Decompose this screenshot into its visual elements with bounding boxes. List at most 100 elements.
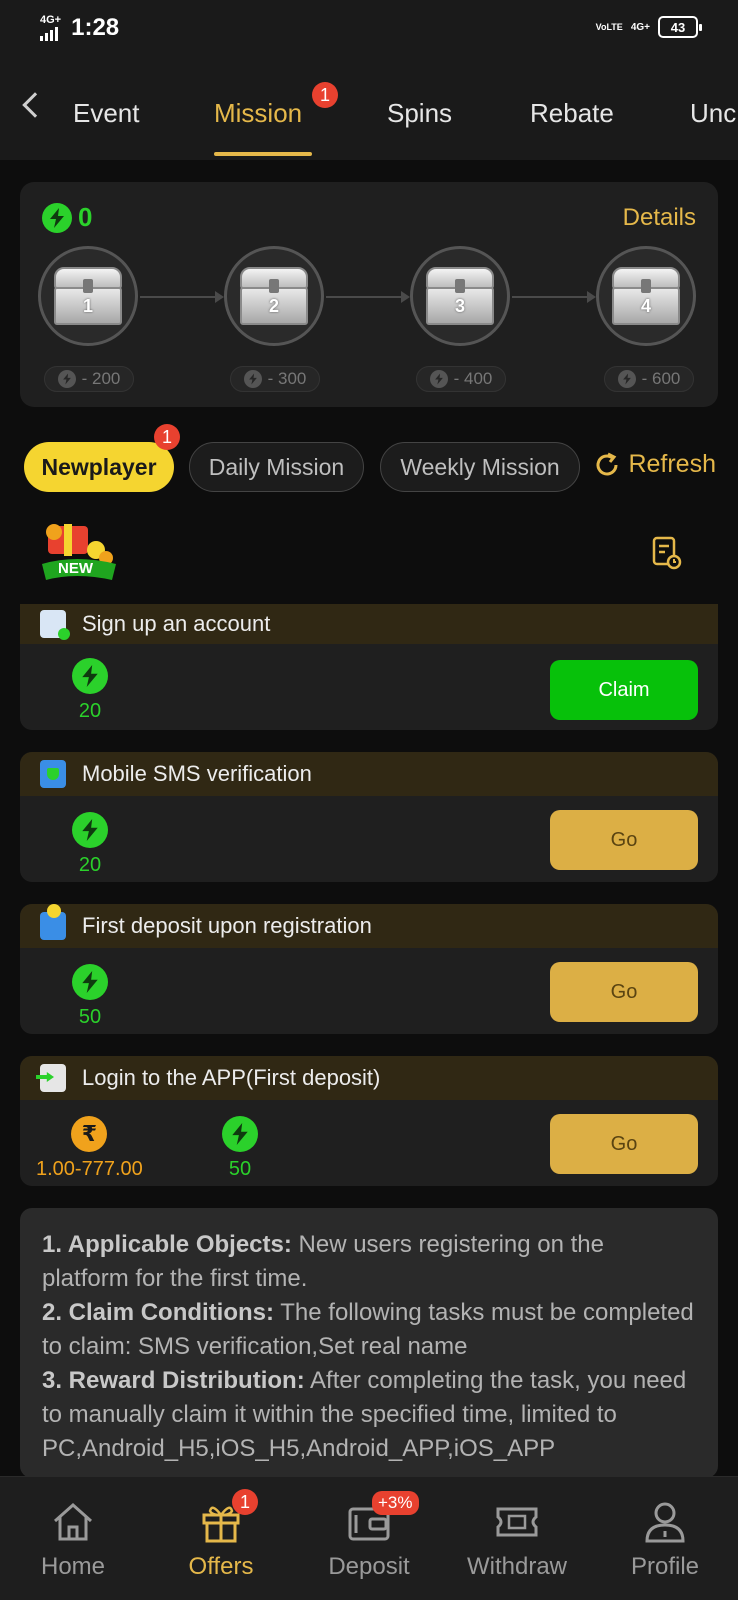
account-icon [40, 610, 70, 640]
treasure-chest-icon: 1 [54, 267, 122, 325]
tab-mission[interactable]: Mission [214, 98, 302, 129]
chest-connector-arrow [140, 291, 224, 303]
energy-bolt-icon [222, 1116, 258, 1152]
tab-spins[interactable]: Spins [387, 98, 452, 129]
treasure-chest-icon: 3 [426, 267, 494, 325]
volte-icon: VoLTE [595, 22, 623, 32]
nav-home[interactable]: Home [8, 1499, 138, 1581]
tab-rebate[interactable]: Rebate [530, 98, 614, 129]
nav-profile[interactable]: Profile [600, 1499, 730, 1581]
treasure-chest-icon: 2 [240, 267, 308, 325]
mission-category-tabs: Newplayer 1 Daily Mission Weekly Mission… [0, 424, 738, 492]
new-label: NEW [58, 560, 93, 577]
task-header: Sign up an account [20, 604, 718, 644]
chest-cost-value: - 300 [267, 369, 307, 388]
nav-label: Offers [188, 1553, 254, 1580]
refresh-label: Refresh [628, 450, 716, 478]
nav-deposit[interactable]: Deposit +3% [304, 1491, 434, 1581]
energy-bolt-icon [57, 370, 76, 388]
chest-connector-arrow [512, 291, 596, 303]
history-log-icon[interactable] [652, 536, 682, 570]
profile-icon [645, 1502, 685, 1543]
energy-bolt-icon [243, 370, 262, 388]
task-card: Mobile SMS verification 20 Go [20, 752, 718, 882]
login-app-icon [36, 1064, 66, 1092]
task-header: Mobile SMS verification [20, 752, 718, 796]
task-header: Login to the APP(First deposit) [20, 1056, 718, 1100]
task-header: First deposit upon registration [20, 904, 718, 948]
chest-3[interactable]: 3 [410, 246, 510, 346]
rule-item: 2. Claim Conditions: The following tasks… [42, 1296, 696, 1364]
bottom-nav: Home Offers 1 Deposit +3% Withdraw Profi… [0, 1476, 738, 1600]
chest-cost: - 400 [416, 366, 506, 392]
energy-bolt-icon [72, 964, 108, 1000]
treasure-chest-icon: 4 [612, 267, 680, 325]
nav-offers[interactable]: Offers 1 [156, 1489, 286, 1581]
go-button[interactable]: Go [550, 962, 698, 1022]
status-right: VoLTE 4G+ 43 [595, 16, 702, 38]
energy-count: 0 [78, 202, 93, 232]
top-tab-bar: Event Mission 1 Spins Rebate Unc [0, 60, 738, 160]
back-arrow-icon[interactable] [22, 92, 48, 118]
energy-bolt-icon [429, 370, 448, 388]
newplayer-badge: 1 [154, 424, 180, 450]
task-title: Mobile SMS verification [82, 761, 312, 786]
reward-value: 50 [228, 1158, 252, 1180]
chest-cost: - 600 [604, 366, 694, 392]
energy-balance: 0 [42, 202, 92, 233]
home-icon [54, 1502, 92, 1541]
task-reward: 50 [72, 964, 108, 1029]
rule-item: 3. Reward Distribution: After completing… [42, 1364, 696, 1466]
rule-heading: 3. Reward Distribution: [42, 1367, 305, 1394]
network-type: 4G+ [40, 14, 62, 26]
deposit-bonus-badge: +3% [372, 1491, 419, 1515]
tab-event[interactable]: Event [73, 98, 140, 129]
chest-4[interactable]: 4 [596, 246, 696, 346]
chest-2[interactable]: 2 [224, 246, 324, 346]
chest-1[interactable]: 1 [38, 246, 138, 346]
nav-label: Home [40, 1553, 106, 1580]
status-left: 4G+ 1:28 [40, 14, 119, 42]
energy-progress-card: 0 Details 1 2 3 4 - 200 - 300 - 400 - 60… [20, 182, 718, 407]
go-button[interactable]: Go [550, 1114, 698, 1174]
battery-level: 43 [670, 19, 686, 35]
rules-panel: 1. Applicable Objects: New users registe… [20, 1208, 718, 1478]
chest-cost-value: - 600 [641, 369, 681, 388]
task-title: Sign up an account [82, 611, 271, 636]
details-link[interactable]: Details [623, 204, 696, 232]
new-gift-icon: NEW [36, 520, 126, 584]
nav-label: Withdraw [466, 1553, 568, 1580]
nav-withdraw[interactable]: Withdraw [452, 1499, 582, 1581]
rupee-coin-icon: ₹ [71, 1116, 108, 1152]
status-bar: 4G+ 1:28 VoLTE 4G+ 43 [0, 0, 738, 60]
offers-badge: 1 [232, 1489, 258, 1515]
rule-item: 1. Applicable Objects: New users registe… [42, 1228, 696, 1296]
refresh-icon [596, 452, 618, 475]
cash-range: 1.00-777.00 [36, 1158, 143, 1180]
refresh-button[interactable]: Refresh [594, 450, 716, 479]
signal-bars-icon [40, 27, 61, 41]
tab-unclaimed[interactable]: Unc [690, 98, 736, 129]
reward-value: 50 [78, 1006, 102, 1028]
tab-daily-mission[interactable]: Daily Mission [189, 442, 364, 492]
task-card: First deposit upon registration 50 Go [20, 904, 718, 1034]
tab-newplayer[interactable]: Newplayer [24, 442, 174, 492]
signal-indicator: 4G+ [40, 15, 61, 41]
energy-bolt-icon [72, 658, 108, 694]
task-title: Login to the APP(First deposit) [82, 1065, 381, 1090]
chest-cost: - 300 [230, 366, 320, 392]
wallet-coin-icon [40, 904, 66, 940]
phone-shield-icon [40, 760, 66, 788]
ticket-icon [496, 1507, 538, 1537]
claim-button[interactable]: Claim [550, 660, 698, 720]
chest-cost-value: - 400 [453, 369, 493, 388]
task-card: Sign up an account 20 Claim [20, 604, 718, 730]
tab-weekly-mission[interactable]: Weekly Mission [380, 442, 580, 492]
go-button[interactable]: Go [550, 810, 698, 870]
chest-cost: - 200 [44, 366, 134, 392]
task-reward: 20 [72, 658, 108, 723]
energy-bolt-icon [72, 812, 108, 848]
battery-icon: 43 [658, 16, 702, 38]
nav-label: Profile [630, 1553, 700, 1580]
active-tab-indicator [214, 152, 312, 156]
